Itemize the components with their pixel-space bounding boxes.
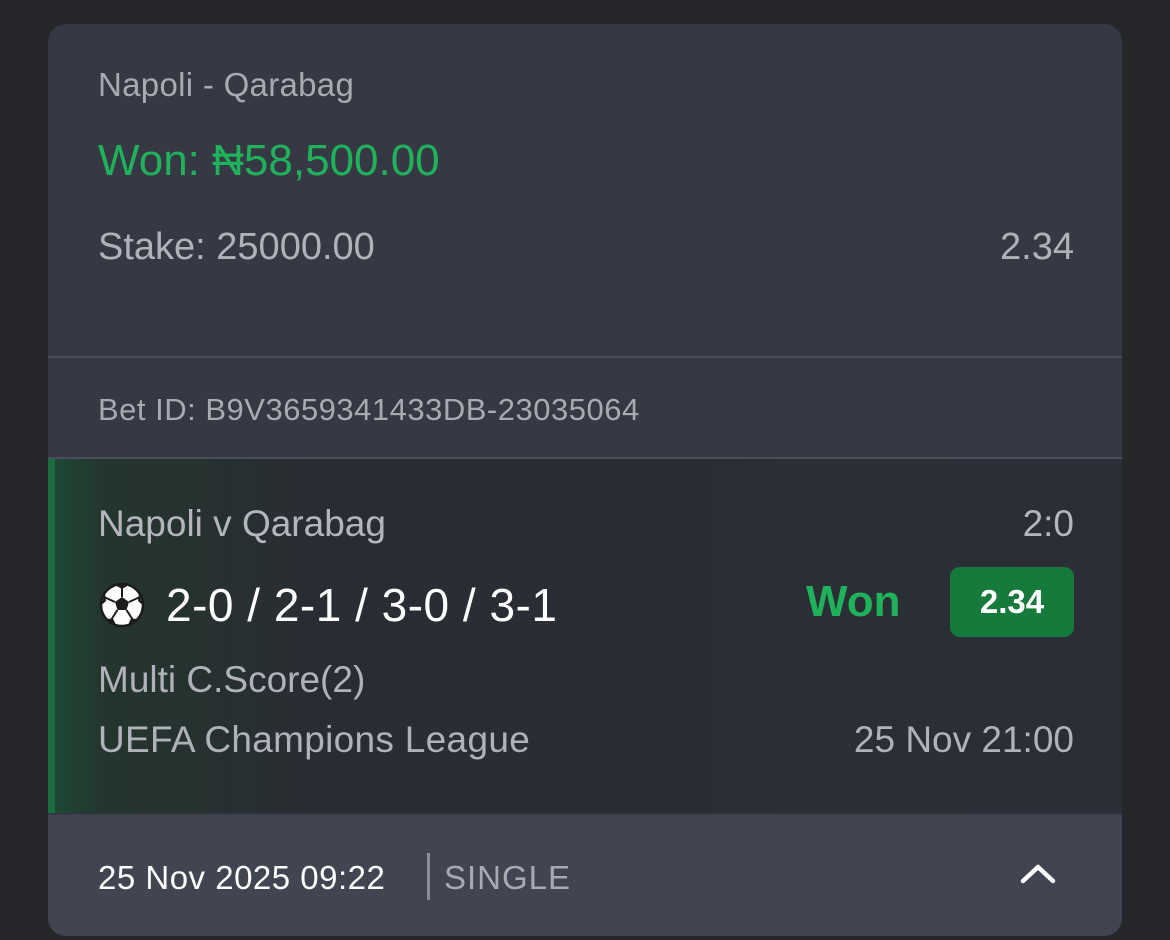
event-name: Napoli v Qarabag (98, 503, 386, 544)
chevron-up-icon (1019, 861, 1057, 890)
selection-pick: 2-0 / 2-1 / 3-0 / 3-1 (166, 579, 558, 631)
market-name: Multi C.Score(2) (98, 659, 366, 700)
soccer-ball-icon (98, 581, 146, 629)
bet-id: Bet ID: B9V3659341433DB-23035064 (98, 392, 640, 427)
selection-status: Won (806, 577, 901, 626)
pick-row: 2-0 / 2-1 / 3-0 / 3-1 (98, 577, 557, 633)
kickoff-time: 25 Nov 21:00 (853, 719, 1074, 760)
bet-card: Napoli - Qarabag Won: ₦58,500.00 Stake: … (48, 24, 1122, 936)
divider (48, 356, 1122, 358)
bet-summary[interactable]: Napoli - Qarabag Won: ₦58,500.00 Stake: … (48, 24, 1122, 358)
competition-name: UEFA Champions League (98, 719, 531, 760)
stake-amount: Stake: 25000.00 (98, 226, 375, 268)
bet-id-row: Bet ID: B9V3659341433DB-23035064 (48, 360, 1122, 457)
footer-separator (427, 853, 430, 900)
match-title: Napoli - Qarabag (98, 66, 355, 103)
won-amount: Won: ₦58,500.00 (98, 136, 440, 185)
bet-footer: 25 Nov 2025 09:22 SINGLE (48, 815, 1122, 936)
collapse-button[interactable] (1008, 849, 1068, 901)
odds-badge: 2.34 (950, 567, 1074, 637)
selection-item[interactable]: Napoli v Qarabag 2:0 2-0 / 2-1 / 3-0 / 3… (48, 459, 1122, 813)
win-indicator-bar (48, 459, 55, 813)
placed-datetime: 25 Nov 2025 09:22 (98, 859, 386, 896)
total-odds: 2.34 (1000, 226, 1074, 268)
bet-type: SINGLE (444, 859, 572, 896)
final-score: 2:0 (1022, 503, 1074, 544)
